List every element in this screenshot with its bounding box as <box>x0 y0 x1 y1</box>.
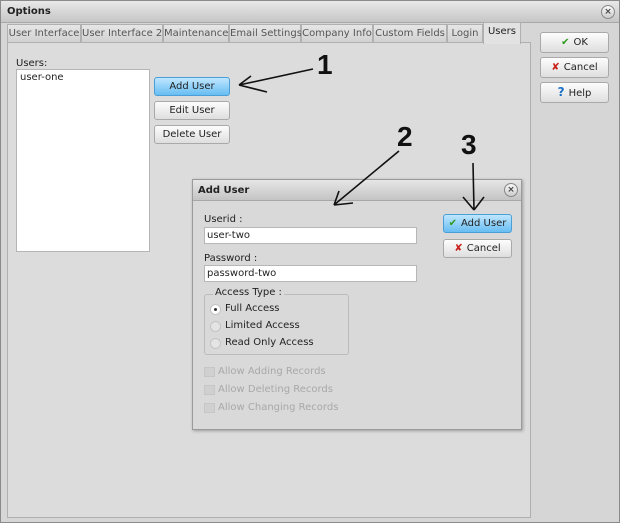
allow-adding-checkbox[interactable] <box>204 367 215 377</box>
x-icon: ✘ <box>454 243 463 254</box>
tab-custom-fields[interactable]: Custom Fields <box>373 24 447 43</box>
add-user-button[interactable]: Add User <box>154 77 230 96</box>
tab-email-settings[interactable]: Email Settings <box>229 24 302 43</box>
cancel-label: Cancel <box>466 243 501 254</box>
cancel-label: Cancel <box>563 62 598 73</box>
tab-login[interactable]: Login <box>447 24 483 43</box>
limited-access-radio[interactable] <box>210 321 221 332</box>
annotation-3: 3 <box>461 129 477 160</box>
tab-maintenance[interactable]: Maintenance <box>163 24 229 43</box>
userid-input[interactable]: user-two <box>204 227 417 244</box>
users-label: Users: <box>16 58 48 69</box>
cancel-button[interactable]: ✘ Cancel <box>540 57 609 78</box>
window-title: Options <box>7 6 51 17</box>
allow-changing-label: Allow Changing Records <box>218 402 339 413</box>
annotation-2: 2 <box>397 121 413 152</box>
help-label: Help <box>568 88 592 99</box>
help-button[interactable]: ? Help <box>540 82 609 103</box>
dialog-title: Add User <box>198 185 250 196</box>
read-only-access-radio[interactable] <box>210 338 221 349</box>
allow-changing-checkbox[interactable] <box>204 403 215 413</box>
add-user-dialog: Add User × Userid : user-two Password : … <box>192 179 522 430</box>
dialog-title-bar: Add User × <box>193 180 521 201</box>
allow-deleting-label: Allow Deleting Records <box>218 384 333 395</box>
tab-company-info[interactable]: Company Info <box>301 24 373 43</box>
limited-access-label: Limited Access <box>225 320 300 331</box>
check-icon: ✔ <box>448 218 458 229</box>
dialog-cancel-button[interactable]: ✘ Cancel <box>443 239 512 258</box>
password-label: Password : <box>204 253 258 264</box>
title-bar: Options × <box>1 1 619 23</box>
x-icon: ✘ <box>551 62 560 73</box>
delete-user-button[interactable]: Delete User <box>154 125 230 144</box>
edit-user-button[interactable]: Edit User <box>154 101 230 120</box>
users-list[interactable]: user-one <box>16 69 150 252</box>
password-input[interactable]: password-two <box>204 265 417 282</box>
tab-user-interface-2[interactable]: User Interface 2 <box>81 24 163 43</box>
access-type-legend: Access Type : <box>213 287 284 298</box>
full-access-label: Full Access <box>225 303 280 314</box>
add-user-label: Add User <box>461 218 507 229</box>
tab-user-interface[interactable]: User Interface <box>7 24 81 43</box>
check-icon: ✔ <box>561 37 570 48</box>
annotation-1: 1 <box>317 49 333 80</box>
ok-label: OK <box>573 37 588 48</box>
dialog-add-user-button[interactable]: ✔ Add User <box>443 214 512 233</box>
help-icon: ? <box>557 85 565 99</box>
full-access-radio[interactable] <box>210 304 221 315</box>
list-item[interactable]: user-one <box>17 70 149 85</box>
close-icon[interactable]: × <box>504 183 518 197</box>
allow-deleting-checkbox[interactable] <box>204 385 215 395</box>
allow-adding-label: Allow Adding Records <box>218 366 326 377</box>
userid-label: Userid : <box>204 214 243 225</box>
read-only-access-label: Read Only Access <box>225 337 314 348</box>
close-icon[interactable]: × <box>601 5 615 19</box>
tab-users[interactable]: Users <box>483 22 521 44</box>
options-window: Options × User Interface User Interface … <box>0 0 620 523</box>
ok-button[interactable]: ✔ OK <box>540 32 609 53</box>
